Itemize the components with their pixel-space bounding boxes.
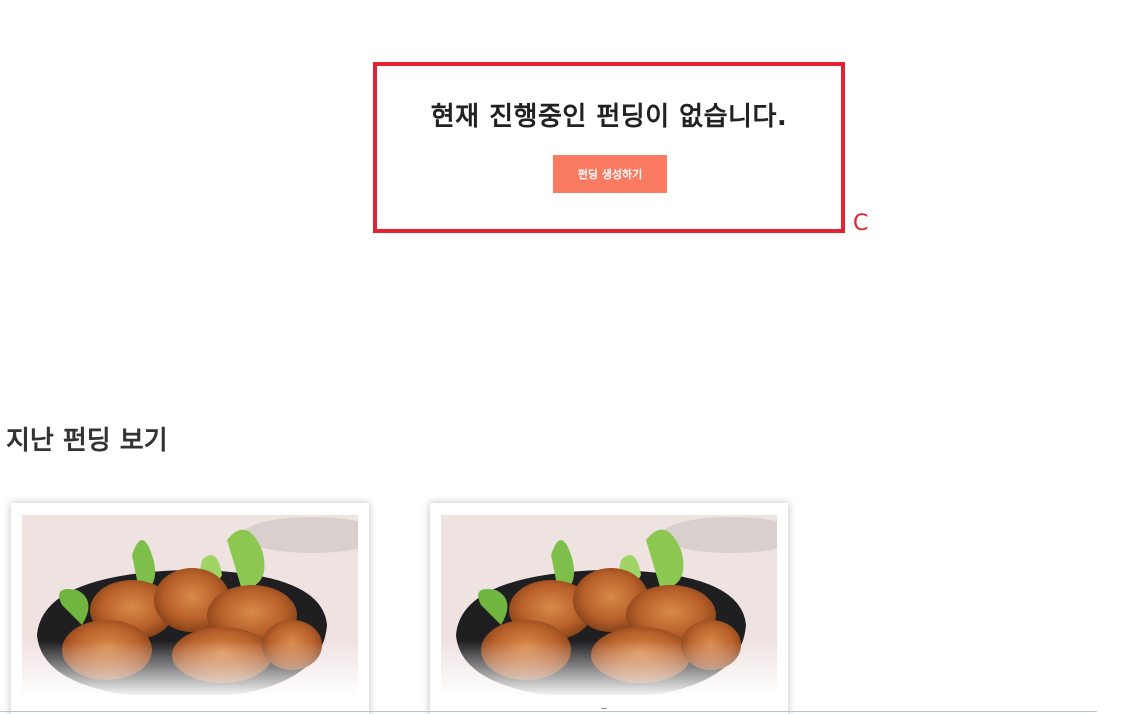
scroll-marker [601,708,607,712]
past-funding-card[interactable] [11,503,369,714]
divider-line [0,711,1097,712]
empty-funding-highlight-box: 현재 진행중인 펀딩이 없습니다. 펀딩 생성하기 [373,62,845,233]
page: 현재 진행중인 펀딩이 없습니다. 펀딩 생성하기 C 지난 펀딩 보기 [0,0,1124,714]
empty-funding-message: 현재 진행중인 펀딩이 없습니다. [430,102,788,132]
past-funding-title: 지난 펀딩 보기 [6,426,168,456]
create-funding-button[interactable]: 펀딩 생성하기 [553,155,667,193]
annotation-label: C [853,211,869,236]
fried-chicken-photo [441,515,777,695]
past-funding-card[interactable] [430,503,788,714]
fried-chicken-photo [22,515,358,695]
